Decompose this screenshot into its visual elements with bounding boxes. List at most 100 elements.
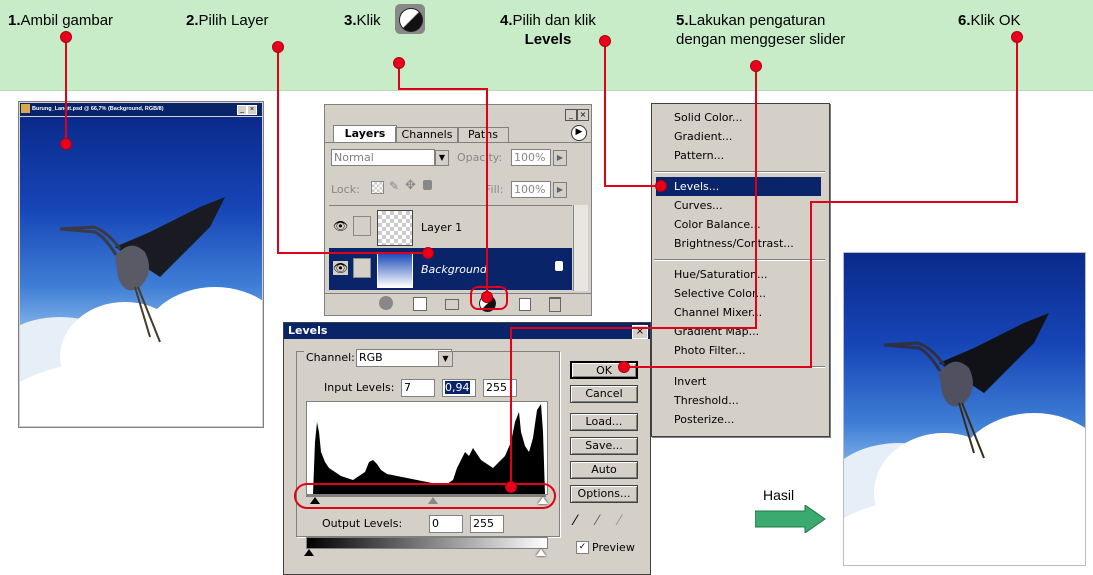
layer-name[interactable]: Background [421,263,487,276]
folder-icon[interactable] [445,299,459,310]
step-5: 5.Lakukan pengaturan dengan menggeser sli… [676,12,846,48]
layers-scrollbar[interactable] [573,205,588,291]
connector-line [1016,37,1018,202]
eye-icon[interactable]: 👁 [333,219,348,233]
menu-item-photo-filter[interactable]: Photo Filter... [656,341,821,360]
step-3: 3.Klik [344,12,381,29]
lock-icon [555,261,563,271]
connector-line [510,327,757,329]
load-button[interactable]: Load... [570,413,638,431]
lock-move-icon[interactable]: ✥ [405,178,416,193]
opacity-label: Opacity: [457,151,503,164]
menu-item-threshold[interactable]: Threshold... [656,391,821,410]
output-black-field[interactable]: 0 [429,515,463,533]
menu-item-gradient-map[interactable]: Gradient Map... [656,322,821,341]
preview-label: Preview [592,541,635,554]
layer-row-layer1[interactable]: 👁 Layer 1 [329,205,572,248]
output-white-field[interactable]: 255 [470,515,504,533]
link-toggle[interactable] [353,216,371,236]
preview-checkbox[interactable]: ✓ [576,541,589,554]
layer-thumbnail [377,210,413,246]
new-layer-icon[interactable] [519,298,531,311]
panel-menu-icon[interactable]: ▶ [571,125,587,141]
input-gamma-field[interactable]: 0,94 [442,379,476,397]
tab-paths[interactable]: Paths [457,127,509,143]
lock-brush-icon[interactable]: ✎ [389,179,399,193]
menu-separator [654,259,825,261]
levels-dialog: Levels × Channel: RGB ▼ Input Levels: 7 … [283,322,651,575]
connector-line [65,37,67,142]
tab-channels[interactable]: Channels [395,127,459,143]
connector-line [510,327,512,487]
fill-arrow-icon[interactable]: ▶ [553,182,567,198]
pointer-dot [60,138,72,150]
save-button[interactable]: Save... [570,437,638,455]
menu-item-brightness-contrast[interactable]: Brightness/Contrast... [656,234,821,253]
step-4: 4.Pilih dan klik Levels [500,12,596,48]
layer-mask-icon[interactable] [413,297,427,311]
output-levels-label: Output Levels: [322,517,403,530]
input-black-field[interactable]: 7 [401,379,435,397]
blend-mode-select[interactable]: Normal [331,149,435,166]
menu-item-selective-color[interactable]: Selective Color... [656,284,821,303]
menu-item-channel-mixer[interactable]: Channel Mixer... [656,303,821,322]
auto-button[interactable]: Auto [570,461,638,479]
original-photo [20,117,262,426]
adjustment-layer-icon [395,4,425,34]
menu-item-color-balance[interactable]: Color Balance... [656,215,821,234]
output-black-slider[interactable] [304,549,314,556]
brush-icon[interactable] [353,258,371,278]
output-white-slider[interactable] [536,549,546,556]
tab-layers[interactable]: Layers [333,125,397,143]
layer-row-background[interactable]: 👁 Background [329,248,572,290]
output-gradient-bar [306,537,548,549]
pointer-dot [1011,31,1023,43]
connector-line [604,41,606,186]
pointer-dot [750,60,762,72]
close-icon[interactable]: × [247,105,257,115]
connector-line [810,201,812,367]
eye-icon[interactable]: 👁 [333,261,349,275]
opacity-field[interactable]: 100% [511,149,551,166]
opacity-arrow-icon[interactable]: ▶ [553,150,567,166]
menu-item-levels[interactable]: Levels... [656,177,821,196]
cancel-button[interactable]: Cancel [570,385,638,403]
panel-close-icon[interactable]: × [577,109,589,121]
gray-eyedropper-icon[interactable]: ⁄ [596,513,598,529]
layer-name[interactable]: Layer 1 [421,221,462,234]
minimize-icon[interactable]: _ [237,105,247,115]
menu-item-posterize[interactable]: Posterize... [656,410,821,429]
connector-line [810,201,1018,203]
white-eyedropper-icon[interactable]: ⁄ [618,513,620,529]
chevron-down-icon[interactable]: ▼ [438,351,453,367]
connector-line [398,88,488,90]
panel-minimize-icon[interactable]: _ [565,109,577,121]
layers-panel: _ × Layers Channels Paths ▶ Normal ▼ Opa… [324,104,592,316]
menu-item-curves[interactable]: Curves... [656,196,821,215]
connector-line [624,366,812,368]
fill-field[interactable]: 100% [511,181,551,198]
menu-item-solid-color[interactable]: Solid Color... [656,108,821,127]
menu-separator [654,171,825,173]
black-eyedropper-icon[interactable]: ⁄ [574,513,576,529]
menu-item-hue-saturation[interactable]: Hue/Saturation... [656,265,821,284]
menu-item-invert[interactable]: Invert [656,372,821,391]
menu-item-gradient[interactable]: Gradient... [656,127,821,146]
heron-image [883,313,1049,459]
chevron-down-icon[interactable]: ▼ [435,150,449,166]
connector-line [755,66,757,328]
input-levels-label: Input Levels: [324,381,395,394]
connector-line [486,88,488,295]
layer-thumbnail [377,252,413,288]
pointer-dot [655,180,667,192]
pointer-dot [272,41,284,53]
lock-all-icon[interactable] [423,180,432,190]
options-button[interactable]: Options... [570,485,638,503]
menu-item-pattern[interactable]: Pattern... [656,146,821,165]
trash-icon[interactable] [549,297,561,312]
heron-image [59,197,225,343]
pointer-dot [393,57,405,69]
layer-style-icon[interactable] [379,296,393,310]
step-1: 1.Ambil gambar [8,12,114,29]
lock-transparency-icon[interactable] [371,181,384,194]
